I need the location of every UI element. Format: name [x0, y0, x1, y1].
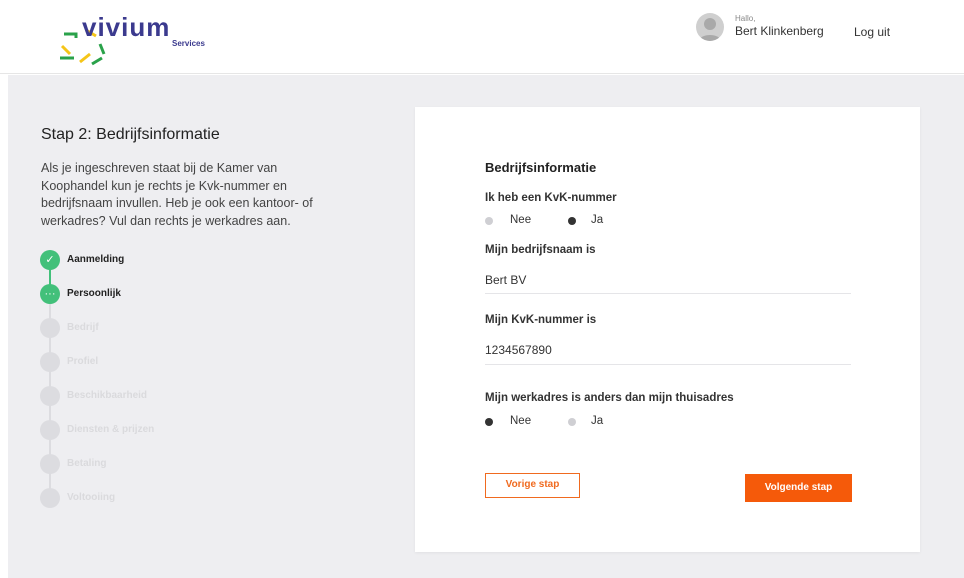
avatar[interactable]	[696, 13, 724, 41]
step-label: Bedrijf	[67, 322, 99, 333]
step-dot	[40, 352, 60, 372]
step-label: Profiel	[67, 356, 99, 367]
step-diensten-prijzen: Diensten & prijzen	[40, 420, 240, 440]
step-dot	[40, 454, 60, 474]
step-betaling: Betaling	[40, 454, 240, 474]
step-beschikbaarheid: Beschikbaarheid	[40, 386, 240, 406]
kvk-radio-nee[interactable]: Nee	[485, 214, 535, 228]
progress-steps: ✓ Aanmelding ··· Persoonlijk Bedrijf Pro…	[40, 250, 240, 510]
user-name: Bert Klinkenberg	[735, 24, 824, 38]
radio-selected-icon	[568, 217, 576, 225]
step-bedrijf: Bedrijf	[40, 318, 240, 338]
form-title: Bedrijfsinformatie	[485, 160, 597, 175]
step-label: Diensten & prijzen	[67, 424, 155, 435]
logout-link[interactable]: Log uit	[854, 25, 890, 39]
user-icon	[699, 18, 721, 41]
step-profiel: Profiel	[40, 352, 240, 372]
step-dot	[40, 420, 60, 440]
step-title: Stap 2: Bedrijfsinformatie	[41, 126, 220, 143]
input-underline	[485, 364, 851, 365]
step-voltooiing: Voltooiing	[40, 488, 240, 508]
logo-wordmark: vivium	[82, 12, 171, 42]
kvk-number-label: Mijn KvK-nummer is	[485, 314, 597, 326]
radio-unselected-icon	[568, 418, 576, 426]
company-name-input[interactable]: Bert BV	[485, 273, 526, 287]
vivium-logo[interactable]: vivium Services	[56, 12, 206, 68]
input-underline	[485, 293, 851, 294]
previous-step-button[interactable]: Vorige stap	[485, 473, 580, 498]
radio-unselected-icon	[485, 217, 493, 225]
radio-label: Nee	[510, 214, 532, 226]
radio-label: Nee	[510, 415, 532, 427]
step-dot	[40, 318, 60, 338]
ellipsis-icon: ···	[40, 284, 60, 304]
step-label: Persoonlijk	[67, 288, 121, 299]
radio-selected-icon	[485, 418, 493, 426]
workaddress-question: Mijn werkadres is anders dan mijn thuisa…	[485, 392, 734, 404]
check-icon: ✓	[40, 250, 60, 270]
kvk-question: Ik heb een KvK-nummer	[485, 192, 617, 204]
logo-subtitle: Services	[172, 39, 205, 48]
step-aanmelding[interactable]: ✓ Aanmelding	[40, 250, 240, 270]
step-label: Betaling	[67, 458, 107, 469]
step-label: Voltooiing	[67, 492, 116, 503]
step-dot	[40, 386, 60, 406]
kvk-radio-ja[interactable]: Ja	[568, 214, 618, 228]
greeting-text: Hallo,	[735, 14, 756, 23]
top-header: vivium Services Hallo, Bert Klinkenberg …	[0, 0, 964, 74]
radio-label: Ja	[591, 214, 604, 226]
radio-label: Ja	[591, 415, 604, 427]
step-dot	[40, 488, 60, 508]
step-label: Beschikbaarheid	[67, 390, 148, 401]
next-step-button[interactable]: Volgende stap	[745, 474, 852, 502]
step-description: Als je ingeschreven staat bij de Kamer v…	[41, 161, 313, 228]
step-persoonlijk[interactable]: ··· Persoonlijk	[40, 284, 240, 304]
workaddress-radio-ja[interactable]: Ja	[568, 415, 618, 429]
step-label: Aanmelding	[67, 254, 125, 265]
kvk-number-input[interactable]: 1234567890	[485, 343, 552, 357]
company-name-label: Mijn bedrijfsnaam is	[485, 244, 596, 256]
workaddress-radio-nee[interactable]: Nee	[485, 415, 535, 429]
